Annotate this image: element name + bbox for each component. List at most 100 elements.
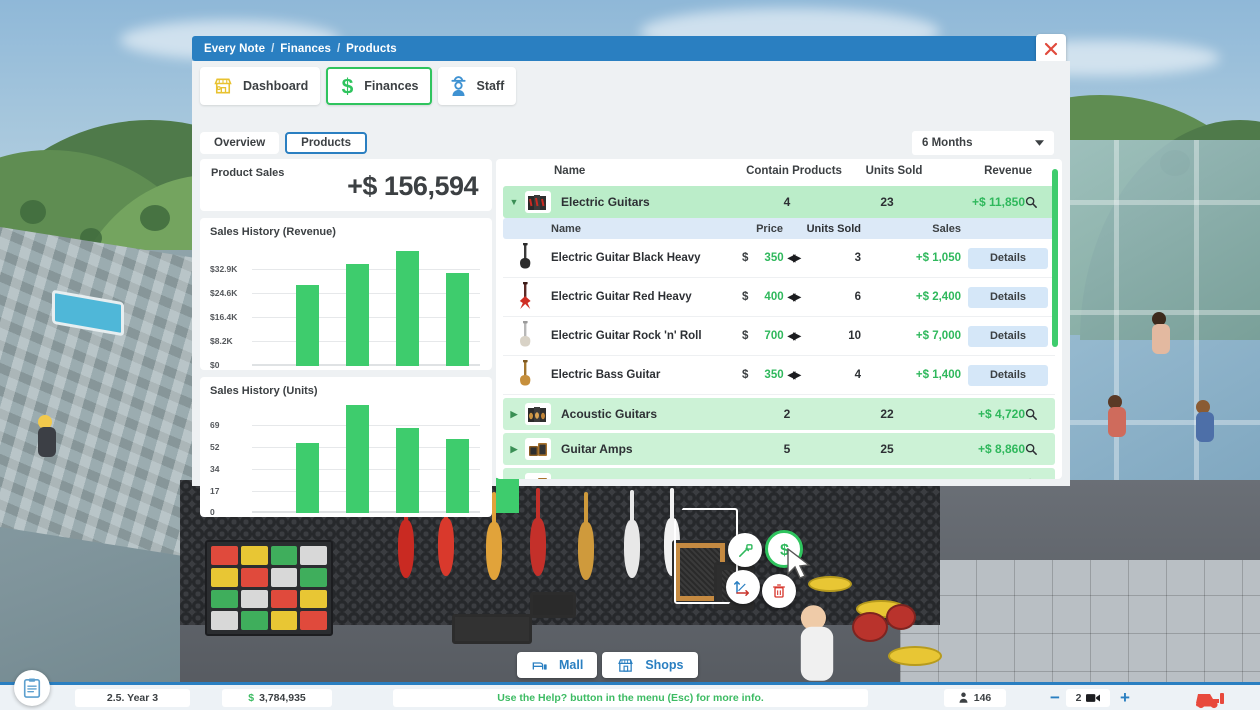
product-row[interactable]: Electric Guitar Rock 'n' Roll$700◀▶10+$ … <box>503 317 1055 356</box>
category-inspect-button[interactable] <box>1025 196 1055 208</box>
product-price[interactable]: $350 ◀▶ <box>713 369 799 381</box>
category-revenue: +$ 8,860 <box>933 442 1025 456</box>
product-currency: $ <box>742 330 748 342</box>
breadcrumb-item-every-note[interactable]: Every Note <box>204 43 265 55</box>
category-contain-products: 4 <box>733 195 841 209</box>
pedal-rack <box>205 540 333 636</box>
money-symbol: $ <box>248 692 254 704</box>
table-scrollbar[interactable] <box>1052 166 1058 472</box>
product-row[interactable]: Electric Guitar Black Heavy$350◀▶3+$ 1,0… <box>503 239 1055 278</box>
tab-finances[interactable]: $ Finances <box>326 67 432 105</box>
category-units-sold: 17 <box>841 477 933 479</box>
units-chart-card: Sales History (Units) 017345269 <box>200 377 492 517</box>
speed-down-button[interactable]: − <box>1050 689 1060 706</box>
tab-dashboard[interactable]: Dashboard <box>200 67 320 105</box>
sub-header-name: Name <box>547 223 713 235</box>
main-tab-group: Dashboard $ Finances Staff <box>200 67 516 105</box>
speed-up-button[interactable]: + <box>1120 689 1130 706</box>
price-stepper[interactable]: ◀▶ <box>788 370 799 381</box>
magnifier-icon <box>1025 196 1037 208</box>
view-toggle-group[interactable]: Mall Shops <box>517 652 698 678</box>
details-button[interactable]: Details <box>968 248 1048 269</box>
breadcrumb-separator: / <box>271 43 274 55</box>
product-price[interactable]: $700◀▶ <box>713 330 799 342</box>
table-scrollbar-thumb[interactable] <box>1052 169 1058 347</box>
price-stepper[interactable]: ◀▶ <box>788 253 799 264</box>
product-price[interactable]: $400◀▶ <box>713 291 799 303</box>
shopper <box>1108 395 1126 437</box>
caret-right-icon[interactable]: ▶ <box>503 479 525 480</box>
acoustic-guitars-icon <box>525 403 551 425</box>
category-name: Acoustic Guitars <box>551 407 733 421</box>
speed-display[interactable]: 2 <box>1066 689 1110 707</box>
svg-text:$: $ <box>342 76 354 98</box>
video-camera-icon <box>1086 693 1100 703</box>
cymbal <box>808 576 852 592</box>
category-row[interactable]: ▼Electric Guitars423+$ 11,850 <box>503 186 1055 218</box>
notebook-button[interactable] <box>14 670 50 706</box>
product-units-sold: 3 <box>799 252 879 264</box>
caret-down-icon[interactable]: ▼ <box>503 197 525 207</box>
category-inspect-button[interactable] <box>1025 408 1055 420</box>
period-select[interactable]: 6 Months <box>912 131 1054 155</box>
product-row[interactable]: Electric Guitar Red Heavy$400◀▶6+$ 2,400… <box>503 278 1055 317</box>
help-hint: Use the Help? button in the menu (Esc) f… <box>393 689 868 707</box>
y-axis-tick: 17 <box>210 486 250 496</box>
wall-guitar <box>398 520 414 578</box>
paint-roller-action-button[interactable] <box>728 533 762 567</box>
product-name: Electric Guitar Black Heavy <box>547 252 713 264</box>
chart-bar <box>346 264 369 366</box>
product-currency: $ <box>742 252 748 264</box>
drum <box>852 612 888 642</box>
price-stepper[interactable]: ◀▶ <box>788 331 799 342</box>
dollar-icon: $ <box>340 75 355 97</box>
caret-right-icon[interactable]: ▶ <box>503 444 525 455</box>
close-button[interactable] <box>1036 34 1066 64</box>
tab-dashboard-label: Dashboard <box>243 79 308 93</box>
mall-button-label: Mall <box>559 658 583 672</box>
subtab-overview[interactable]: Overview <box>200 132 279 154</box>
product-price-value: 350 <box>764 369 783 381</box>
revenue-chart-title: Sales History (Revenue) <box>210 226 482 238</box>
caret-right-icon[interactable]: ▶ <box>503 409 525 420</box>
status-bar: 2.5. Year 3 $ 3,784,935 Use the Help? bu… <box>0 682 1260 710</box>
category-inspect-button[interactable] <box>1025 443 1055 455</box>
category-row[interactable]: ▶Guitar Amps525+$ 8,860 <box>503 433 1055 465</box>
mall-button[interactable]: Mall <box>517 652 597 678</box>
move-action-button[interactable] <box>726 570 760 604</box>
period-select-value: 6 Months <box>922 137 972 149</box>
wall-guitar <box>530 518 546 576</box>
details-button[interactable]: Details <box>968 287 1048 308</box>
bulldozer-button[interactable] <box>1190 689 1230 709</box>
sub-header-price: Price <box>713 223 799 235</box>
speed-value: 2 <box>1076 692 1082 704</box>
tab-finances-label: Finances <box>364 79 418 93</box>
product-currency: $ <box>742 369 748 381</box>
shopper <box>1196 400 1214 442</box>
product-price-value: 400 <box>764 291 783 303</box>
electric-guitars-icon <box>525 191 551 213</box>
tree <box>140 205 170 231</box>
product-price[interactable]: $350◀▶ <box>713 252 799 264</box>
guitar-rock-icon <box>503 321 547 351</box>
breadcrumb-item-products[interactable]: Products <box>346 43 397 55</box>
population-display: 146 <box>944 689 1006 707</box>
product-details-cell: Details <box>961 248 1055 269</box>
details-button[interactable]: Details <box>968 326 1048 347</box>
subtab-products[interactable]: Products <box>285 132 367 154</box>
product-row[interactable]: Electric Bass Guitar$350◀▶4+$ 1,400Detai… <box>503 356 1055 395</box>
details-button[interactable]: Details <box>968 365 1048 386</box>
category-inspect-button[interactable] <box>1025 478 1055 479</box>
wall-guitar <box>578 522 594 580</box>
category-row[interactable]: ▶Acoustic Guitars222+$ 4,720 <box>503 398 1055 430</box>
left-column: Product Sales +$ 156,594 Sales History (… <box>200 159 492 524</box>
price-stepper[interactable]: ◀▶ <box>788 292 799 303</box>
tab-staff[interactable]: Staff <box>438 67 516 105</box>
shops-button[interactable]: Shops <box>602 652 697 678</box>
breadcrumb-item-finances[interactable]: Finances <box>280 43 331 55</box>
amp <box>530 592 576 618</box>
category-row[interactable]: ▶Guitar Amps417+$ 5,320 <box>503 468 1055 479</box>
product-sales: +$ 7,000 <box>879 330 961 342</box>
breadcrumb-separator: / <box>337 43 340 55</box>
tab-staff-label: Staff <box>476 79 504 93</box>
